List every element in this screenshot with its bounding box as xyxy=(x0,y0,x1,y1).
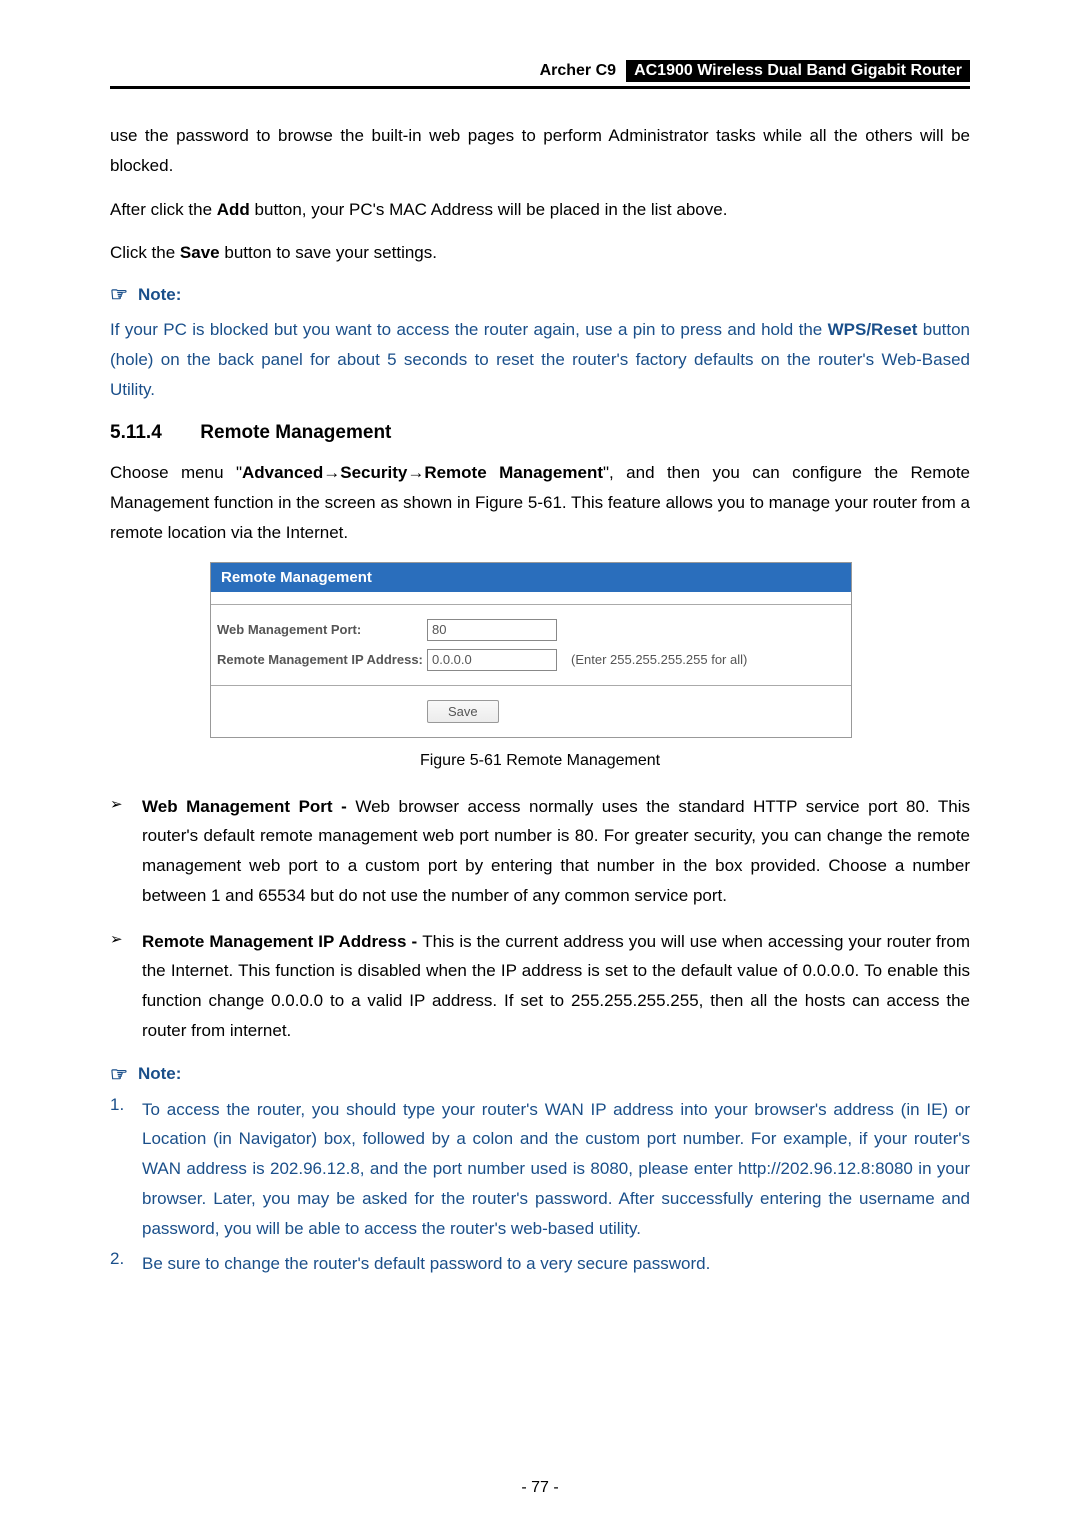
list-number: 2. xyxy=(110,1249,142,1279)
web-port-input[interactable] xyxy=(427,619,557,641)
section-heading: 5.11.4 Remote Management xyxy=(110,422,970,444)
text: Choose menu " xyxy=(110,463,242,482)
panel-actions: Save xyxy=(211,686,851,737)
list-text: Be sure to change the router's default p… xyxy=(142,1249,970,1279)
paragraph: After click the Add button, your PC's MA… xyxy=(110,195,970,225)
text: After click the xyxy=(110,200,217,219)
page-number: - 77 - xyxy=(0,1479,1080,1497)
bold-text: Security xyxy=(340,463,407,482)
bullet-list: ➢ Web Management Port - Web browser acce… xyxy=(110,792,970,1046)
note-label-text: Note: xyxy=(138,1064,181,1084)
list-item: ➢ Remote Management IP Address - This is… xyxy=(110,927,970,1046)
text: Click the xyxy=(110,243,180,262)
bold-text: Advanced xyxy=(242,463,323,482)
remote-ip-input[interactable] xyxy=(427,649,557,671)
paragraph: Click the Save button to save your setti… xyxy=(110,238,970,268)
text: button, your PC's MAC Address will be pl… xyxy=(255,200,728,219)
section-title: Remote Management xyxy=(200,422,391,443)
page-header: Archer C9 AC1900 Wireless Dual Band Giga… xyxy=(110,60,970,89)
form-row: Web Management Port: xyxy=(217,615,845,645)
bullet-title: Web Management Port - xyxy=(142,797,355,816)
triangle-bullet-icon: ➢ xyxy=(110,792,142,911)
paragraph: Choose menu "Advanced→Security→Remote Ma… xyxy=(110,458,970,547)
note-body: If your PC is blocked but you want to ac… xyxy=(110,315,970,404)
pointing-hand-icon: ☞ xyxy=(110,282,128,307)
text: If your PC is blocked but you want to ac… xyxy=(110,320,828,339)
arrow-icon: → xyxy=(323,463,340,482)
text: button to save your settings. xyxy=(224,243,437,262)
note-label: ☞ Note: xyxy=(110,282,970,307)
header-title: AC1900 Wireless Dual Band Gigabit Router xyxy=(626,60,970,82)
header-model: Archer C9 xyxy=(540,62,616,80)
figure: Remote Management Web Management Port: R… xyxy=(110,562,970,738)
list-number: 1. xyxy=(110,1095,142,1244)
figure-caption: Figure 5-61 Remote Management xyxy=(110,752,970,770)
paragraph: use the password to browse the built-in … xyxy=(110,121,970,181)
remote-ip-label: Remote Management IP Address: xyxy=(217,652,427,667)
numbered-list: 1. To access the router, you should type… xyxy=(110,1095,970,1280)
bold-text: Save xyxy=(180,243,220,262)
pointing-hand-icon: ☞ xyxy=(110,1062,128,1087)
list-item: 2. Be sure to change the router's defaul… xyxy=(110,1249,970,1279)
bold-text: WPS/Reset xyxy=(828,320,918,339)
note-label-text: Note: xyxy=(138,285,181,305)
list-text: To access the router, you should type yo… xyxy=(142,1095,970,1244)
arrow-icon: → xyxy=(407,463,424,482)
panel-title: Remote Management xyxy=(211,563,851,592)
list-item: ➢ Web Management Port - Web browser acce… xyxy=(110,792,970,911)
bold-text: Remote Management xyxy=(424,463,603,482)
section-number: 5.11.4 xyxy=(110,422,195,444)
remote-ip-hint: (Enter 255.255.255.255 for all) xyxy=(557,652,747,667)
panel-form: Web Management Port: Remote Management I… xyxy=(211,604,851,686)
note-label: ☞ Note: xyxy=(110,1062,970,1087)
list-item: 1. To access the router, you should type… xyxy=(110,1095,970,1244)
save-button[interactable]: Save xyxy=(427,700,499,723)
form-row: Remote Management IP Address: (Enter 255… xyxy=(217,645,845,675)
bullet-title: Remote Management IP Address - xyxy=(142,932,422,951)
triangle-bullet-icon: ➢ xyxy=(110,927,142,1046)
bold-text: Add xyxy=(217,200,250,219)
remote-management-panel: Remote Management Web Management Port: R… xyxy=(210,562,852,738)
web-port-label: Web Management Port: xyxy=(217,622,427,637)
